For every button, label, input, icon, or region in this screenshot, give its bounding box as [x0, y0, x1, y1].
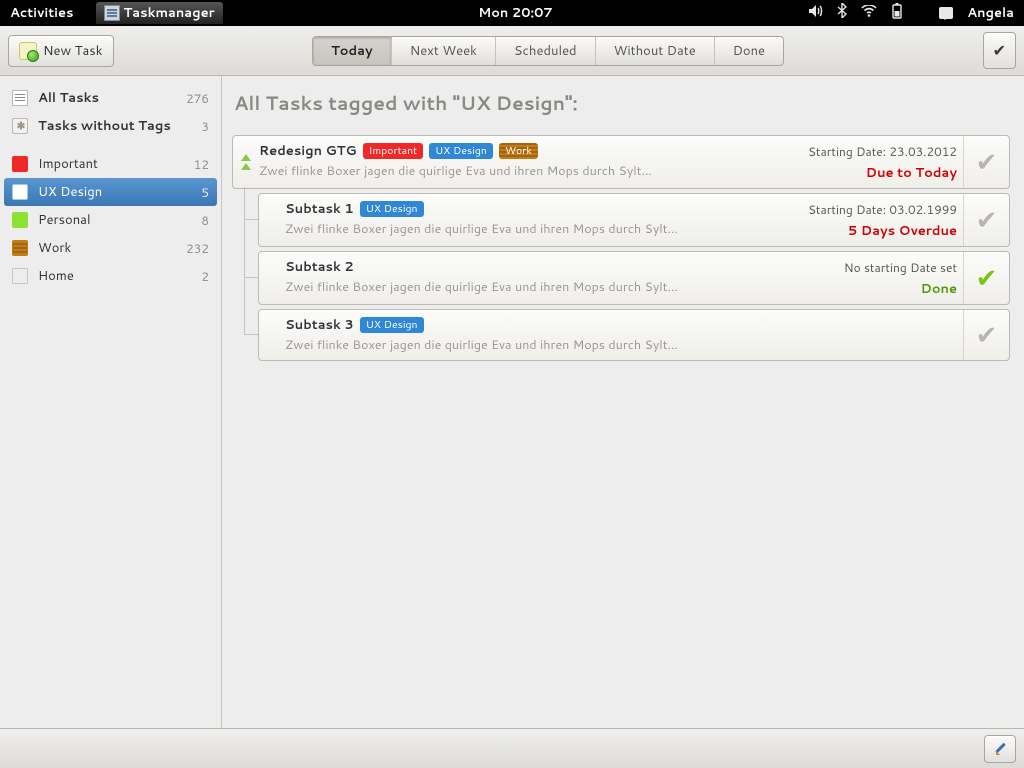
sidebar-item-label: UX Design [38, 183, 102, 201]
app-name: Taskmanager [124, 4, 215, 22]
sidebar-item-label: Work [38, 239, 71, 257]
no-tag-icon [12, 118, 28, 134]
filter-today[interactable]: Today [313, 37, 391, 65]
user-menu[interactable]: Angela [967, 4, 1014, 22]
new-task-button[interactable]: New Task [8, 35, 114, 67]
chevron-up-icon [241, 163, 251, 170]
filter-scheduled[interactable]: Scheduled [495, 37, 595, 65]
bluetooth-icon[interactable] [837, 3, 847, 23]
sidebar-item-label: Home [38, 267, 74, 285]
task-date: No starting Date set [844, 259, 957, 276]
count-badge: 2 [201, 268, 209, 285]
task-redesign[interactable]: Redesign GTG Important UX Design Work Starti… [232, 135, 1010, 189]
task-title: Redesign GTG [259, 142, 357, 160]
tag-color-swatch [12, 240, 28, 256]
filter-without-date[interactable]: Without Date [595, 37, 714, 65]
count-badge: 5 [201, 184, 209, 201]
sidebar-item-label: Important [38, 155, 98, 173]
active-app-indicator[interactable]: Taskmanager [96, 2, 223, 24]
sidebar-item-label: All Tasks [38, 89, 99, 107]
priority-gutter [259, 252, 285, 304]
sidebar-all-tasks[interactable]: All Tasks 276 [4, 84, 217, 112]
battery-icon[interactable] [891, 3, 903, 24]
chevron-up-icon [241, 154, 251, 161]
bottom-toolbar [0, 728, 1024, 768]
task-date: Starting Date: 23.03.2012 [808, 143, 957, 160]
chat-icon[interactable] [939, 7, 953, 19]
count-badge: 232 [186, 240, 209, 257]
tree-connector [244, 187, 258, 335]
content-pane: All Tasks tagged with "UX Design": Redes… [222, 76, 1024, 728]
check-icon: ✔ [976, 260, 998, 296]
gnome-top-panel: Activities Taskmanager Mon 20:07 Angela [0, 0, 1024, 26]
volume-icon[interactable] [808, 4, 823, 23]
panel-clock[interactable]: Mon 20:07 [233, 4, 799, 22]
list-icon [12, 90, 28, 106]
check-icon: ✔ [976, 317, 998, 353]
page-title: All Tasks tagged with "UX Design": [234, 90, 1010, 117]
priority-gutter [233, 136, 259, 188]
check-icon: ✔ [976, 144, 998, 180]
sidebar-tag-important[interactable]: Important 12 [4, 150, 217, 178]
sidebar-tag-home[interactable]: Home 2 [4, 262, 217, 290]
complete-toggle[interactable]: ✔ [963, 194, 1009, 246]
count-badge: 276 [186, 90, 209, 107]
check-icon: ✔ [993, 39, 1006, 62]
tag-pill[interactable]: Work [499, 143, 538, 159]
task-title: Subtask 3 [285, 316, 354, 334]
task-sub1[interactable]: Subtask 1 UX Design Starting Date: 03.02.1… [258, 193, 1010, 247]
sidebar-tag-personal[interactable]: Personal 8 [4, 206, 217, 234]
task-title: Subtask 1 [285, 200, 354, 218]
activities-button[interactable]: Activities [10, 4, 74, 22]
sidebar-tag-work[interactable]: Work 232 [4, 234, 217, 262]
tag-color-swatch [12, 212, 28, 228]
sidebar: All Tasks 276 Tasks without Tags 3 Impor… [0, 76, 222, 728]
tag-pill[interactable]: UX Design [360, 317, 424, 333]
tag-pill[interactable]: Important [363, 143, 423, 159]
count-badge: 8 [201, 212, 209, 229]
complete-toggle[interactable]: ✔ [963, 252, 1009, 304]
wifi-icon[interactable] [861, 4, 877, 22]
count-badge: 12 [194, 156, 209, 173]
sidebar-item-label: Tasks without Tags [38, 117, 171, 135]
complete-toggle[interactable]: ✔ [963, 310, 1009, 360]
tag-color-swatch [12, 156, 28, 172]
complete-toggle[interactable]: ✔ [963, 136, 1009, 188]
count-badge: 3 [201, 118, 209, 135]
task-list: Redesign GTG Important UX Design Work Starti… [232, 135, 1010, 365]
task-sub2[interactable]: Subtask 2No starting Date setZwei flinke… [258, 251, 1010, 305]
app-toolbar: New Task TodayNext WeekScheduledWithout … [0, 26, 1024, 76]
sidebar-tag-ux_design[interactable]: UX Design 5 [4, 178, 217, 206]
task-description: Zwei flinke Boxer jagen die quirlige Eva… [285, 336, 957, 354]
task-date: Starting Date: 03.02.1999 [808, 201, 957, 218]
check-icon: ✔ [976, 202, 998, 238]
sidebar-item-label: Personal [38, 211, 91, 229]
new-task-icon [19, 42, 37, 60]
filter-segmented-control: TodayNext WeekScheduledWithout DateDone [312, 36, 784, 66]
tag-pill[interactable]: UX Design [360, 201, 424, 217]
priority-gutter [259, 194, 285, 246]
task-sub3[interactable]: Subtask 3 UX Design Zwei flinke Boxer jage… [258, 309, 1010, 361]
tag-color-swatch [12, 268, 28, 284]
pencil-icon [993, 742, 1007, 756]
tag-color-swatch [12, 184, 28, 200]
app-icon [104, 5, 120, 21]
new-task-label: New Task [43, 42, 103, 60]
filter-next-week[interactable]: Next Week [391, 37, 495, 65]
filter-done[interactable]: Done [714, 37, 783, 65]
tag-pill[interactable]: UX Design [429, 143, 493, 159]
confirm-button[interactable]: ✔ [983, 32, 1016, 69]
task-title: Subtask 2 [285, 258, 354, 276]
priority-gutter [259, 310, 285, 360]
sidebar-untagged[interactable]: Tasks without Tags 3 [4, 112, 217, 140]
edit-button[interactable] [984, 735, 1016, 763]
